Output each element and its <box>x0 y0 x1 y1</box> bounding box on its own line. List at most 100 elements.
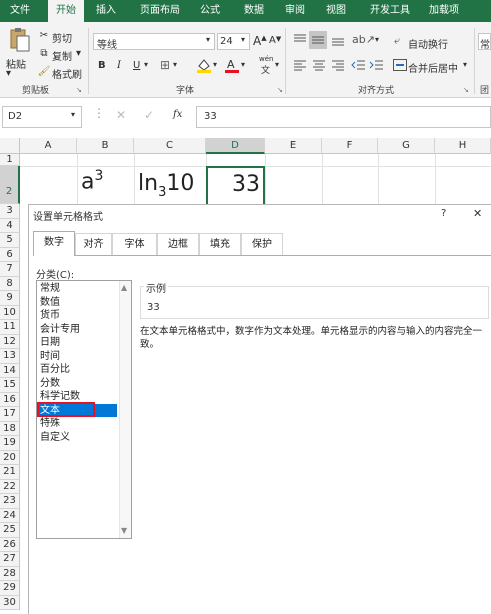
phonetic-dropdown-icon[interactable]: ▾ <box>275 60 279 69</box>
row-header-8[interactable]: 8 <box>0 276 20 291</box>
category-item-time[interactable]: 时间 <box>39 350 117 364</box>
close-button[interactable]: ✕ <box>473 207 482 220</box>
row-header-21[interactable]: 21 <box>0 465 20 480</box>
align-right-icon[interactable] <box>330 58 346 72</box>
dialog-tab-fill[interactable]: 填充 <box>199 233 241 255</box>
dialog-tab-number[interactable]: 数字 <box>33 231 75 256</box>
tab-file[interactable]: 文件 <box>0 0 40 22</box>
font-color-dropdown-icon[interactable]: ▾ <box>241 60 245 69</box>
cell-b2[interactable]: a3 <box>81 168 131 204</box>
orientation-dropdown-icon[interactable]: ▾ <box>375 35 379 44</box>
column-header-g[interactable]: G <box>378 138 435 154</box>
borders-icon[interactable]: ⊞ <box>160 58 170 72</box>
orientation-icon[interactable]: ab↗ <box>352 33 375 46</box>
row-header-15[interactable]: 15 <box>0 378 20 393</box>
dialog-tab-alignment[interactable]: 对齐 <box>75 233 112 255</box>
row-header-19[interactable]: 19 <box>0 436 20 451</box>
row-header-26[interactable]: 26 <box>0 537 20 552</box>
tab-home[interactable]: 开始 <box>48 0 84 23</box>
phonetic-guide-button[interactable]: wén <box>259 55 273 63</box>
column-header-h[interactable]: H <box>435 138 491 154</box>
row-header-7[interactable]: 7 <box>0 262 20 277</box>
format-painter-icon[interactable]: 🖌 <box>37 65 51 79</box>
decrease-font-size-button[interactable]: A▼ <box>269 35 281 46</box>
tab-insert[interactable]: 插入 <box>88 0 124 22</box>
increase-indent-icon[interactable] <box>369 58 385 72</box>
row-header-13[interactable]: 13 <box>0 349 20 364</box>
format-painter-button[interactable]: 格式刷 <box>52 66 82 81</box>
paste-dropdown-icon[interactable]: ▾ <box>6 68 11 79</box>
wrap-text-button[interactable]: 自动换行 <box>408 36 448 51</box>
select-all-corner[interactable] <box>0 138 20 154</box>
row-header-20[interactable]: 20 <box>0 450 20 465</box>
font-size-dropdown-icon[interactable]: ▾ <box>241 35 245 44</box>
row-header-29[interactable]: 29 <box>0 581 20 596</box>
row-header-9[interactable]: 9 <box>0 291 20 306</box>
column-header-c[interactable]: C <box>134 138 206 154</box>
merge-center-button[interactable]: 合并后居中 <box>408 60 458 75</box>
merge-dropdown-icon[interactable]: ▾ <box>463 60 467 69</box>
row-header-27[interactable]: 27 <box>0 552 20 567</box>
category-item-number[interactable]: 数值 <box>39 296 117 310</box>
row-header-10[interactable]: 10 <box>0 305 20 320</box>
name-box-dropdown-icon[interactable]: ▾ <box>71 110 75 119</box>
row-header-2[interactable]: 2 <box>0 166 20 204</box>
column-header-d[interactable]: D <box>206 138 265 154</box>
align-bottom-icon[interactable] <box>330 33 346 47</box>
column-header-f[interactable]: F <box>322 138 378 154</box>
row-header-1[interactable]: 1 <box>0 154 20 166</box>
scroll-down-icon[interactable]: ▼ <box>121 526 127 535</box>
row-header-4[interactable]: 4 <box>0 218 20 233</box>
borders-dropdown-icon[interactable]: ▾ <box>173 60 177 69</box>
bold-button[interactable]: B <box>98 60 106 71</box>
column-header-b[interactable]: B <box>77 138 134 154</box>
category-item-accounting[interactable]: 会计专用 <box>39 323 117 337</box>
decrease-indent-icon[interactable] <box>351 58 367 72</box>
align-top-icon[interactable] <box>292 33 308 47</box>
row-header-16[interactable]: 16 <box>0 392 20 407</box>
category-item-percentage[interactable]: 百分比 <box>39 363 117 377</box>
row-header-25[interactable]: 25 <box>0 523 20 538</box>
underline-button[interactable]: U <box>133 60 140 71</box>
copy-icon[interactable]: ⧉ <box>37 47 51 61</box>
enter-icon[interactable]: ✓ <box>144 108 154 122</box>
clipboard-launcher-icon[interactable]: ↘ <box>76 86 82 94</box>
tab-view[interactable]: 视图 <box>318 0 354 22</box>
row-header-6[interactable]: 6 <box>0 247 20 262</box>
row-header-12[interactable]: 12 <box>0 334 20 349</box>
column-header-e[interactable]: E <box>265 138 322 154</box>
category-item-special[interactable]: 特殊 <box>39 417 117 431</box>
help-button[interactable]: ? <box>441 208 446 219</box>
tab-review[interactable]: 审阅 <box>277 0 313 22</box>
row-header-14[interactable]: 14 <box>0 363 20 378</box>
font-name-dropdown-icon[interactable]: ▾ <box>206 35 210 44</box>
category-item-general[interactable]: 常规 <box>39 282 117 296</box>
insert-function-button[interactable]: fx <box>173 109 182 120</box>
column-header-a[interactable]: A <box>20 138 77 154</box>
cut-button[interactable]: 剪切 <box>52 30 72 45</box>
wrap-text-icon[interactable]: ⤶ <box>394 34 400 48</box>
underline-dropdown-icon[interactable]: ▾ <box>144 60 148 69</box>
category-item-fraction[interactable]: 分数 <box>39 377 117 391</box>
category-item-date[interactable]: 日期 <box>39 336 117 350</box>
category-item-custom[interactable]: 自定义 <box>39 431 117 445</box>
merge-center-icon[interactable] <box>393 59 407 71</box>
copy-button[interactable]: 复制 <box>52 48 72 63</box>
dialog-tab-font[interactable]: 字体 <box>112 233 157 255</box>
align-center-icon[interactable] <box>311 58 327 72</box>
category-item-currency[interactable]: 货币 <box>39 309 117 323</box>
formula-input[interactable] <box>196 106 491 128</box>
align-left-icon[interactable] <box>292 58 308 72</box>
tab-data[interactable]: 数据 <box>236 0 272 22</box>
scroll-up-icon[interactable]: ▲ <box>121 283 127 292</box>
dialog-tab-border[interactable]: 边框 <box>157 233 199 255</box>
row-header-23[interactable]: 23 <box>0 494 20 509</box>
category-scrollbar[interactable] <box>119 281 131 538</box>
cell-c2[interactable]: ln310 <box>138 171 204 204</box>
tab-formulas[interactable]: 公式 <box>192 0 228 22</box>
row-header-24[interactable]: 24 <box>0 508 20 523</box>
fill-color-dropdown-icon[interactable]: ▾ <box>213 60 217 69</box>
row-header-5[interactable]: 5 <box>0 233 20 248</box>
increase-font-size-button[interactable]: A▲ <box>253 34 267 48</box>
copy-dropdown-icon[interactable]: ▾ <box>76 48 81 59</box>
